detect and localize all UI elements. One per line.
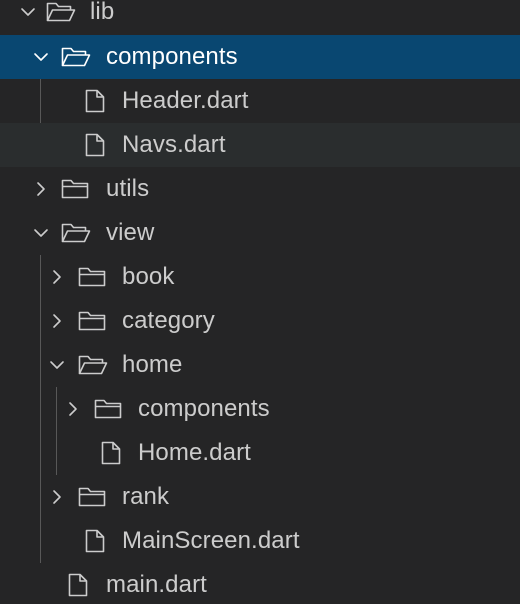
chevron-down-icon bbox=[16, 0, 40, 34]
tree-item-label: book bbox=[122, 263, 175, 290]
chevron-right-icon bbox=[45, 255, 69, 299]
file-icon bbox=[80, 79, 110, 123]
tree-item-main-dart[interactable]: main.dart bbox=[0, 563, 520, 604]
file-icon bbox=[80, 519, 110, 563]
tree-item-label: home bbox=[122, 351, 183, 378]
tree-item-home-components[interactable]: components bbox=[0, 387, 520, 431]
tree-item-label: Header.dart bbox=[122, 87, 249, 114]
file-icon bbox=[96, 431, 126, 475]
tree-item-home[interactable]: home bbox=[0, 343, 520, 387]
tree-item-category[interactable]: category bbox=[0, 299, 520, 343]
tree-item-lib-components[interactable]: components bbox=[0, 35, 520, 79]
file-icon bbox=[80, 123, 110, 167]
tree-item-navs-dart[interactable]: Navs.dart bbox=[0, 123, 520, 167]
folder-icon bbox=[94, 387, 124, 431]
chevron-down-icon bbox=[29, 35, 53, 79]
folder-open-icon bbox=[61, 35, 91, 79]
tree-item-book[interactable]: book bbox=[0, 255, 520, 299]
tree-item-label: utils bbox=[106, 175, 150, 202]
file-explorer-tree: lib components Header.dart Navs.dart uti… bbox=[0, 0, 520, 604]
tree-item-label: components bbox=[138, 395, 270, 422]
tree-item-rank[interactable]: rank bbox=[0, 475, 520, 519]
chevron-down-icon bbox=[45, 343, 69, 387]
tree-item-label: lib bbox=[90, 0, 115, 25]
tree-item-utils[interactable]: utils bbox=[0, 167, 520, 211]
tree-item-view[interactable]: view bbox=[0, 211, 520, 255]
tree-item-header-dart[interactable]: Header.dart bbox=[0, 79, 520, 123]
folder-open-icon bbox=[46, 0, 76, 34]
chevron-right-icon bbox=[29, 167, 53, 211]
tree-item-label: rank bbox=[122, 483, 170, 510]
chevron-right-icon bbox=[45, 299, 69, 343]
tree-item-label: category bbox=[122, 307, 215, 334]
folder-open-icon bbox=[78, 343, 108, 387]
file-icon bbox=[63, 563, 93, 604]
folder-icon bbox=[61, 167, 91, 211]
chevron-right-icon bbox=[61, 387, 85, 431]
tree-item-label: Navs.dart bbox=[122, 131, 226, 158]
tree-item-label: MainScreen.dart bbox=[122, 527, 300, 554]
folder-icon bbox=[78, 299, 108, 343]
folder-icon bbox=[78, 255, 108, 299]
tree-item-lib[interactable]: lib bbox=[0, 0, 520, 34]
tree-item-label: components bbox=[106, 43, 238, 70]
tree-item-label: view bbox=[106, 219, 155, 246]
tree-item-mainscreen-dart[interactable]: MainScreen.dart bbox=[0, 519, 520, 563]
chevron-right-icon bbox=[45, 475, 69, 519]
folder-open-icon bbox=[61, 211, 91, 255]
tree-item-label: Home.dart bbox=[138, 439, 251, 466]
tree-item-label: main.dart bbox=[106, 571, 207, 598]
chevron-down-icon bbox=[29, 211, 53, 255]
tree-item-home-dart[interactable]: Home.dart bbox=[0, 431, 520, 475]
folder-icon bbox=[78, 475, 108, 519]
